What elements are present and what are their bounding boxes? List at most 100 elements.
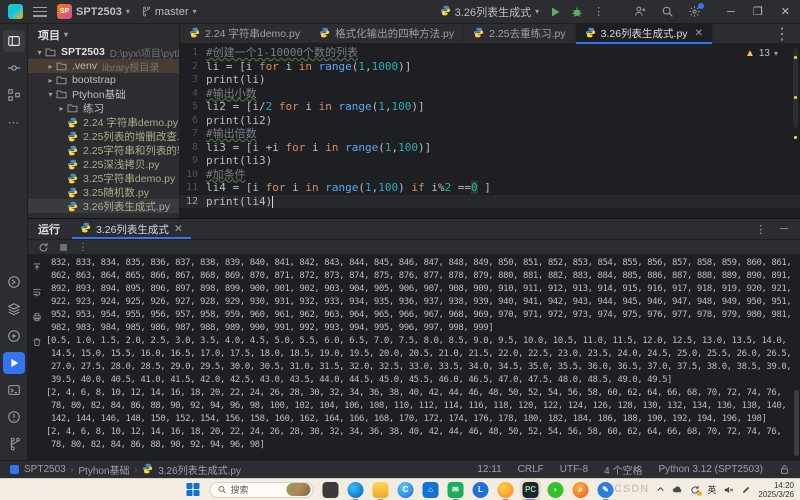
breadcrumb-item[interactable]: 3.26列表生成式.py: [158, 462, 241, 477]
project-selector[interactable]: SP SPT2503 ▾: [57, 4, 130, 19]
chevron-right-icon[interactable]: ▸: [45, 76, 56, 85]
git-tool-icon[interactable]: [3, 433, 25, 455]
code-line[interactable]: 12print(li4): [180, 195, 800, 209]
soft-wrap-icon[interactable]: [32, 284, 42, 302]
code-line[interactable]: 5li2 = [i/2 for i in range(1,100)]: [180, 100, 800, 114]
lenovo-app-icon[interactable]: L: [473, 482, 489, 498]
problems-tool-icon[interactable]: [3, 406, 25, 428]
store-icon[interactable]: ⌂: [423, 482, 439, 498]
tray-expand-icon[interactable]: [656, 485, 665, 494]
main-menu-icon[interactable]: [33, 7, 47, 17]
tree-item[interactable]: 2.25深浅拷贝.py: [28, 157, 179, 171]
pen-icon[interactable]: [741, 485, 751, 495]
status-widget[interactable]: 4 个空格: [604, 462, 642, 477]
code-editor[interactable]: 1#创建一个1-10000个数的列表2li = [i for i in rang…: [180, 44, 800, 218]
pycharm-icon[interactable]: PC: [523, 482, 539, 498]
code-line[interactable]: 8li3 = [i +i for i in range(1,100)]: [180, 141, 800, 155]
tree-item[interactable]: ▸bootstrap: [28, 73, 179, 87]
structure-tool-icon[interactable]: [3, 84, 25, 106]
pen-app-icon[interactable]: ✎: [598, 482, 614, 498]
search-app-icon[interactable]: ⌕: [573, 482, 589, 498]
status-widget[interactable]: 12:11: [477, 464, 501, 475]
tree-item[interactable]: 2.25列表的增删改查.py: [28, 129, 179, 143]
run-button[interactable]: [549, 6, 561, 18]
debug-button[interactable]: [571, 6, 583, 18]
tree-item[interactable]: 2.25字符串和列表的转换.py: [28, 143, 179, 157]
console-scrollbar[interactable]: [794, 390, 799, 456]
task-view-icon[interactable]: [323, 482, 339, 498]
code-line[interactable]: 2li = [i for i in range(1,1000)]: [180, 60, 800, 74]
rerun-icon[interactable]: [38, 242, 49, 253]
more-actions-icon[interactable]: ⋮: [593, 5, 604, 18]
search-everywhere-icon[interactable]: [661, 5, 674, 18]
terminal-tool-icon[interactable]: [3, 379, 25, 401]
code-line[interactable]: 3print(li): [180, 73, 800, 87]
settings-gear-icon[interactable]: [688, 5, 701, 18]
tree-item[interactable]: ▾SPT2503D:\pyx\项目\python\myflask: [28, 45, 179, 59]
search-highlight-image[interactable]: [287, 483, 311, 496]
editor-scrollbar[interactable]: [793, 48, 798, 128]
maximize-button[interactable]: ❒: [753, 5, 763, 18]
firefox-icon[interactable]: [498, 482, 514, 498]
status-widget[interactable]: UTF-8: [560, 464, 588, 475]
editor-tab[interactable]: 2.25去重练习.py: [464, 24, 575, 43]
clear-icon[interactable]: [32, 334, 42, 352]
hide-panel-icon[interactable]: ─: [780, 223, 788, 236]
status-widget[interactable]: CRLF: [518, 464, 544, 475]
mail-icon[interactable]: ✉: [448, 482, 464, 498]
stop-icon[interactable]: [59, 243, 68, 252]
lock-icon[interactable]: [779, 464, 790, 475]
more-tools-icon[interactable]: ⋯: [3, 111, 25, 133]
tree-item[interactable]: 3.25字符串demo.py: [28, 171, 179, 185]
code-line[interactable]: 11li4 = [i for i in range(1,100) if i%2 …: [180, 181, 800, 195]
edge-browser-icon[interactable]: [348, 482, 364, 498]
code-line[interactable]: 6print(li2): [180, 114, 800, 128]
chevron-down-icon[interactable]: ▾: [64, 30, 68, 39]
breadcrumb-item[interactable]: Ptyhon基础: [78, 462, 129, 477]
editor-tab[interactable]: 格式化输出的四种方法.py: [310, 24, 464, 43]
sync-icon[interactable]: [690, 485, 700, 495]
tree-item[interactable]: 3.25随机数.py: [28, 185, 179, 199]
inspections-widget[interactable]: ▲ 13 ▾: [745, 47, 778, 61]
tree-item[interactable]: ▾Ptyhon基础: [28, 87, 179, 101]
commit-tool-icon[interactable]: [3, 57, 25, 79]
code-line[interactable]: 1#创建一个1-10000个数的列表: [180, 46, 800, 60]
run-tab[interactable]: 3.26列表生成式 ✕: [72, 219, 191, 239]
code-line[interactable]: 10#加条件: [180, 168, 800, 182]
chevron-right-icon[interactable]: ▸: [56, 104, 67, 113]
close-icon[interactable]: ✕: [174, 223, 183, 235]
taskbar-search-input[interactable]: 搜索: [210, 482, 314, 498]
tree-item[interactable]: 2.24 字符串demo.py: [28, 115, 179, 129]
cloud-icon[interactable]: [672, 485, 683, 494]
wechat-icon[interactable]: ◗: [548, 482, 564, 498]
close-button[interactable]: ✕: [781, 5, 790, 18]
print-icon[interactable]: [32, 309, 42, 327]
taskbar-clock[interactable]: 14:20 2025/3/26: [758, 481, 794, 499]
tab-options-icon[interactable]: ⋮: [764, 24, 800, 43]
more-actions-icon[interactable]: ⋮: [755, 223, 766, 236]
run-anything-tool-icon[interactable]: [3, 325, 25, 347]
close-icon[interactable]: ✕: [695, 28, 703, 39]
project-tool-icon[interactable]: [3, 30, 25, 52]
start-button-icon[interactable]: [187, 483, 201, 497]
minimize-button[interactable]: ─: [727, 6, 735, 18]
file-explorer-icon[interactable]: [373, 482, 389, 498]
run-configuration-selector[interactable]: 3.26列表生成式 ▾: [440, 4, 539, 20]
services-tool-icon[interactable]: [3, 298, 25, 320]
more-actions-icon[interactable]: ⋮: [78, 242, 88, 253]
code-with-me-icon[interactable]: [634, 5, 647, 18]
browser-icon[interactable]: C: [398, 482, 414, 498]
editor-tab[interactable]: 2.24 字符串demo.py: [180, 24, 310, 43]
chevron-right-icon[interactable]: ▸: [45, 62, 56, 71]
code-line[interactable]: 4#输出小数: [180, 87, 800, 101]
ime-indicator[interactable]: 英: [707, 483, 716, 496]
breadcrumb-item[interactable]: SPT2503: [24, 464, 66, 475]
code-line[interactable]: 7#输出倍数: [180, 127, 800, 141]
branch-selector[interactable]: master ▾: [140, 6, 197, 18]
scroll-to-top-icon[interactable]: [32, 259, 42, 277]
tree-item[interactable]: 3.26列表生成式.py: [28, 199, 179, 213]
status-widget[interactable]: Python 3.12 (SPT2503): [658, 464, 763, 475]
tree-item[interactable]: ▸.venvlibrary根目录: [28, 59, 179, 73]
editor-tab[interactable]: 3.26列表生成式.py✕: [576, 24, 713, 43]
run-tool-icon[interactable]: [3, 352, 25, 374]
